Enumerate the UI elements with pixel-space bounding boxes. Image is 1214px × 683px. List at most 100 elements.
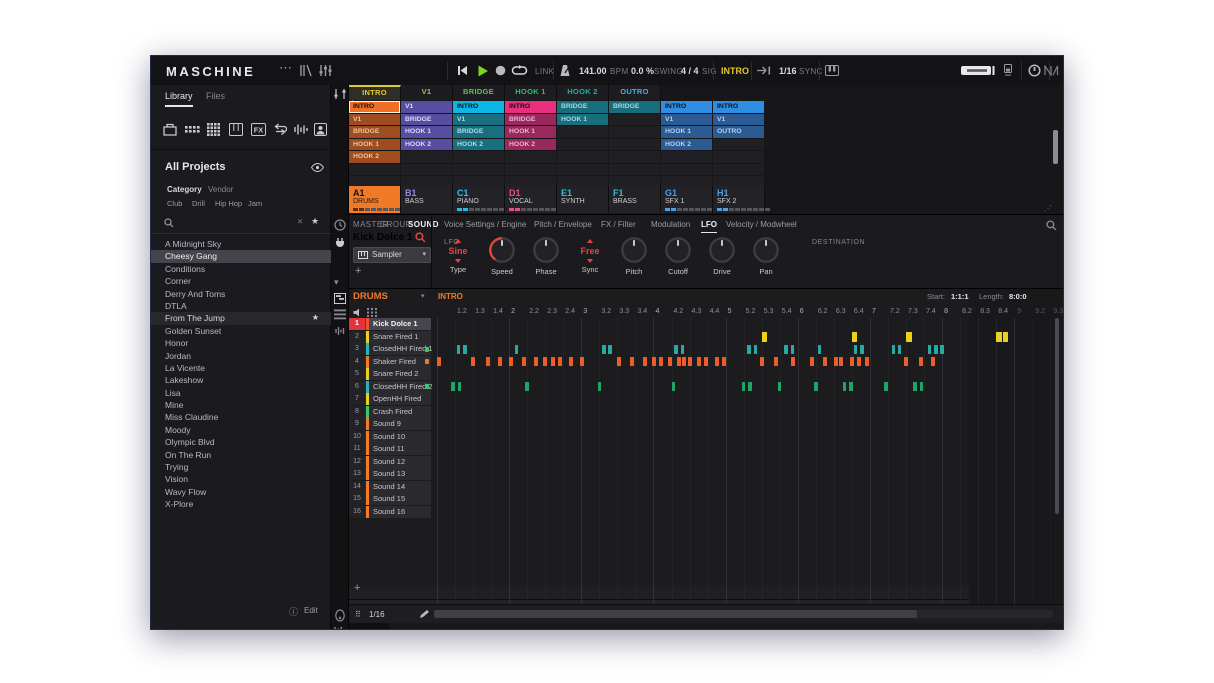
- link-toggle[interactable]: LINK: [535, 67, 554, 76]
- pattern-cell-empty[interactable]: [505, 163, 556, 176]
- param-drive[interactable]: Drive: [700, 235, 744, 276]
- pattern-cell-c1-intro[interactable]: INTRO: [453, 101, 504, 113]
- pattern-cell-empty[interactable]: [609, 113, 660, 126]
- note-event[interactable]: [747, 344, 751, 354]
- pattern-cell-empty[interactable]: [349, 163, 400, 176]
- note-event[interactable]: [602, 344, 606, 354]
- plugin-tab-modulation[interactable]: Modulation: [651, 220, 690, 232]
- project-item[interactable]: Olympic Blvd: [151, 436, 331, 448]
- param-speed[interactable]: Speed: [480, 235, 524, 276]
- note-event[interactable]: [642, 357, 647, 367]
- resize-handle-icon[interactable]: ⋰: [1044, 204, 1052, 213]
- note-event[interactable]: [680, 344, 685, 354]
- pattern-cell-h1-v1[interactable]: V1: [713, 113, 764, 126]
- note-event[interactable]: [918, 357, 923, 367]
- fx-filter-icon[interactable]: FX: [251, 123, 266, 136]
- audio-view-icon[interactable]: [334, 325, 346, 337]
- note-event[interactable]: [687, 357, 692, 367]
- pattern-cell-empty[interactable]: [609, 151, 660, 163]
- note-event[interactable]: [777, 382, 782, 392]
- note-event[interactable]: [860, 344, 864, 354]
- pattern-cell-a1-hook1[interactable]: HOOK 1: [349, 138, 400, 151]
- sound-row-5[interactable]: 5 Snare Fired 2: [349, 368, 431, 380]
- project-item[interactable]: Cheesy Gang: [151, 250, 331, 263]
- note-event[interactable]: [514, 344, 519, 354]
- horizontal-scrollbar[interactable]: [434, 610, 1053, 618]
- ideas-view-icon[interactable]: [299, 64, 312, 77]
- note-event[interactable]: [703, 357, 708, 367]
- pattern-cell-empty[interactable]: [609, 163, 660, 176]
- param-pitch[interactable]: Pitch: [612, 235, 656, 276]
- pattern-cell-empty[interactable]: [401, 163, 452, 176]
- pattern-cell-g1-hook1[interactable]: HOOK 1: [661, 126, 712, 138]
- editor-group-name[interactable]: DRUMS: [353, 291, 388, 302]
- note-event[interactable]: [437, 357, 441, 367]
- record-button[interactable]: [495, 65, 506, 76]
- eye-filter-icon[interactable]: [311, 163, 324, 172]
- note-event[interactable]: [833, 357, 838, 367]
- project-item[interactable]: A Midnight Sky: [151, 238, 331, 250]
- sound-row-16[interactable]: 16 Sound 16: [349, 505, 431, 518]
- more-menu-button[interactable]: ⋯: [279, 60, 292, 76]
- note-event[interactable]: [839, 357, 844, 367]
- sound-row-7[interactable]: 7 OpenHH Fired: [349, 393, 431, 405]
- project-item[interactable]: Lakeshow: [151, 374, 331, 386]
- note-event[interactable]: [850, 357, 855, 367]
- group-label-b1[interactable]: B1 BASS: [401, 186, 453, 213]
- sound-search-icon[interactable]: [415, 232, 426, 243]
- pattern-cell-a1-intro[interactable]: INTRO: [349, 101, 400, 113]
- param-sync[interactable]: Free Sync: [568, 239, 612, 274]
- editor-pattern-name[interactable]: INTRO: [438, 292, 463, 301]
- note-event[interactable]: [722, 357, 727, 367]
- scene-tab-v1[interactable]: V1: [401, 85, 453, 100]
- group-label-h1[interactable]: H1 SFX 2: [713, 186, 770, 213]
- pattern-cell-e1-bridge[interactable]: BRIDGE: [557, 101, 608, 113]
- note-event[interactable]: [906, 331, 912, 342]
- note-event[interactable]: [674, 344, 678, 354]
- note-event[interactable]: [471, 357, 476, 367]
- info-icon[interactable]: ⓘ: [289, 605, 298, 618]
- note-event[interactable]: [790, 357, 795, 367]
- add-sound-button[interactable]: +: [354, 582, 360, 594]
- pattern-cell-b1-bridge[interactable]: BRIDGE: [401, 113, 452, 126]
- swing-value[interactable]: 0.0 %: [631, 66, 654, 76]
- pattern-cell-h1-outro[interactable]: OUTRO: [713, 126, 764, 138]
- plugin-tab-velocity-modwheel[interactable]: Velocity / Modwheel: [726, 220, 797, 232]
- project-item[interactable]: Conditions: [151, 263, 331, 275]
- scene-tab-intro[interactable]: INTRO: [349, 85, 401, 100]
- scene-tab-outro[interactable]: OUTRO: [609, 85, 661, 100]
- pattern-cell-empty[interactable]: [713, 151, 764, 163]
- note-event[interactable]: [996, 331, 1002, 342]
- scene-tab-hook1[interactable]: HOOK 1: [505, 85, 557, 100]
- project-item[interactable]: La Vicente: [151, 362, 331, 374]
- pattern-cell-empty[interactable]: [609, 138, 660, 151]
- groups-filter-icon[interactable]: [185, 126, 200, 133]
- project-item[interactable]: Moody: [151, 424, 331, 436]
- pattern-cell-b1-hook2[interactable]: HOOK 2: [401, 138, 452, 151]
- sync-down-arrow-icon[interactable]: [587, 259, 593, 263]
- add-plugin-button[interactable]: +: [355, 265, 361, 277]
- pattern-cell-empty[interactable]: [609, 126, 660, 138]
- project-item[interactable]: Miss Claudine: [151, 411, 331, 423]
- note-event[interactable]: [753, 344, 758, 354]
- sound-row-13[interactable]: 13 Sound 13: [349, 468, 431, 480]
- type-down-arrow-icon[interactable]: [455, 259, 461, 263]
- pianoroll-view-icon[interactable]: [334, 293, 346, 304]
- sound-row-12[interactable]: 12 Sound 12: [349, 455, 431, 468]
- note-event[interactable]: [498, 357, 503, 367]
- note-event[interactable]: [671, 382, 676, 392]
- tag-jam[interactable]: Jam: [248, 199, 262, 208]
- pattern-cell-empty[interactable]: [557, 138, 608, 151]
- note-event[interactable]: [849, 382, 853, 392]
- note-event[interactable]: [823, 357, 828, 367]
- pattern-cell-a1-bridge[interactable]: BRIDGE: [349, 126, 400, 138]
- pattern-cell-g1-intro[interactable]: INTRO: [661, 101, 712, 113]
- pattern-cell-empty[interactable]: [453, 163, 504, 176]
- pattern-cell-a1-v1[interactable]: V1: [349, 113, 400, 126]
- project-item[interactable]: Honor: [151, 337, 331, 349]
- pattern-cell-b1-v1[interactable]: V1: [401, 101, 452, 113]
- instruments-filter-icon[interactable]: [229, 123, 243, 136]
- search-field[interactable]: ✕ ★: [151, 213, 331, 234]
- timeline-ruler[interactable]: [349, 587, 969, 600]
- param-cutoff[interactable]: Cutoff: [656, 235, 700, 276]
